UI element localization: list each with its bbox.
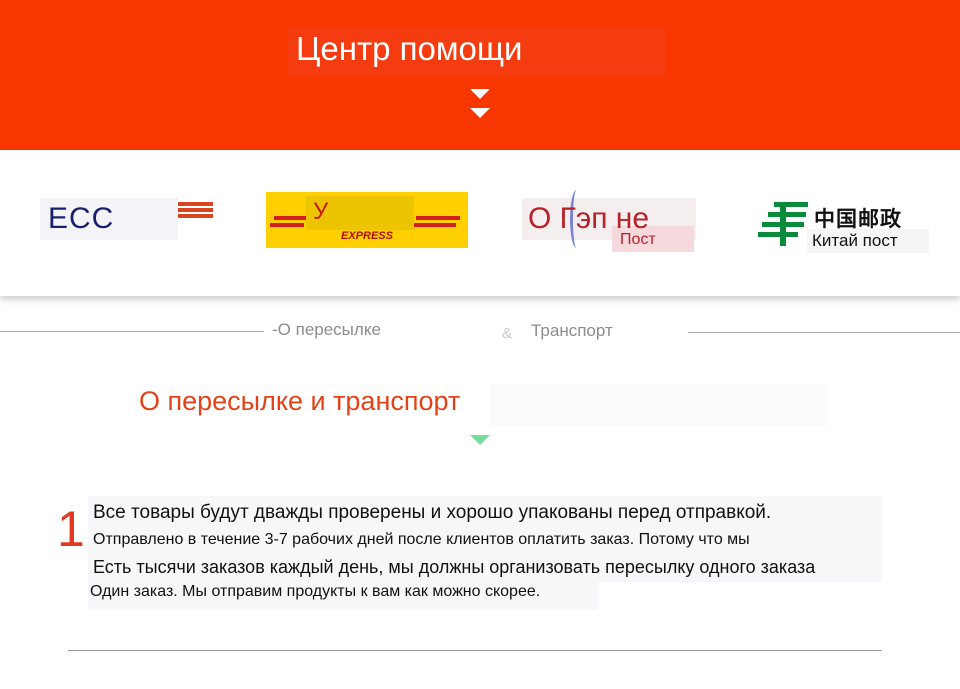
ems-logo-label: ECC [48, 202, 115, 235]
page-title: Центр помощи [296, 30, 523, 67]
subnav-shipping-label: -О пересылке [272, 320, 381, 339]
subnav-transport-label: Транспорт [531, 321, 613, 340]
china-post-label: Китай пост [812, 231, 898, 250]
ups-logo-label: У [313, 198, 329, 225]
china-post-emblem-icon [758, 202, 808, 246]
subnav-ampersand: & [502, 325, 513, 342]
divider-right [688, 332, 960, 333]
chevron-down-icon [470, 89, 490, 99]
chevron-down-icon [470, 108, 490, 118]
post-logo-sub-label: Пост [620, 231, 656, 248]
chevron-down-icon [470, 435, 490, 445]
paragraph-line: Есть тысячи заказов каждый день, мы долж… [93, 557, 816, 577]
section-number: 1 [57, 501, 85, 557]
bottom-divider [68, 650, 882, 651]
paragraph-line: Все товары будут дважды проверены и хоро… [93, 502, 772, 523]
divider-left [0, 331, 264, 332]
ups-express-label: EXPRESS [341, 230, 393, 242]
paragraph-line: Отправлено в течение 3-7 рабочих дней по… [93, 531, 750, 548]
paragraph-line: Один заказ. Мы отправим продукты к вам к… [90, 583, 541, 600]
ems-stripes-icon [178, 202, 213, 220]
section-title: О пересылке и транспорт [139, 386, 461, 416]
section-title-background [490, 384, 828, 426]
